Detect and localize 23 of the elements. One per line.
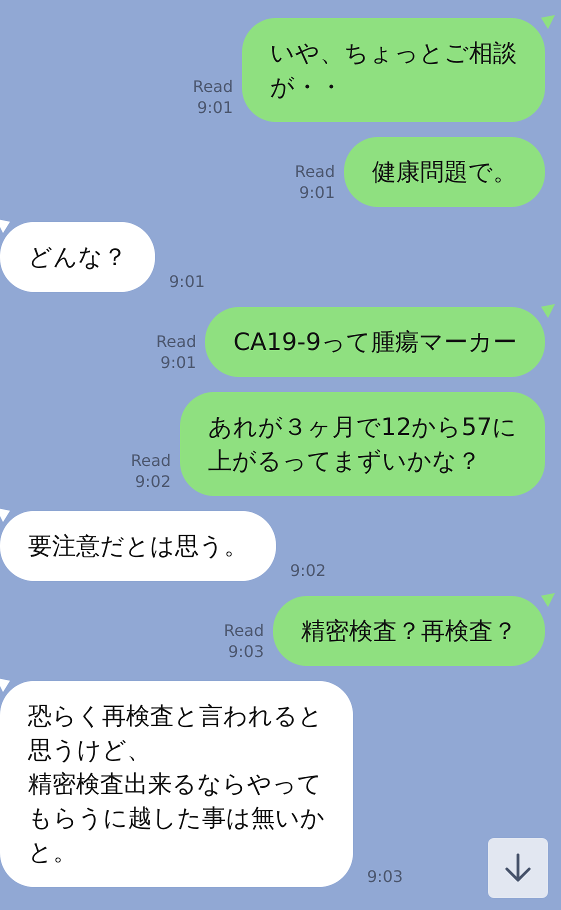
message-time: 9:01 [169,271,205,292]
received-message: どんな？ [0,222,155,292]
received-message: 恐らく再検査と言われると 思うけど、 精密検査出来るならやって もらうに越した事は無いか と。 [0,681,353,887]
sent-message: 健康問題で。 [344,137,545,207]
message-time: 9:03 [228,641,264,662]
message-time: 9:01 [197,97,233,118]
message-time: 9:03 [367,866,403,887]
read-receipt: Read [130,450,171,471]
sent-message: 精密検査？再検査？ [273,596,545,666]
read-receipt: Read [224,620,264,641]
received-message: 要注意だとは思う。 [0,511,276,581]
read-receipt: Read [192,76,233,97]
read-receipt: Read [294,161,335,182]
scroll-down-button[interactable] [488,838,548,898]
message-time: 9:01 [160,352,196,373]
sent-message: CA19-9って腫瘍マーカー [205,307,545,377]
message-time: 9:02 [134,471,171,492]
message-time: 9:02 [290,560,326,581]
read-receipt: Read [156,331,196,352]
message-time: 9:01 [299,182,335,203]
sent-message: いや、ちょっとご相談 が・・ [242,18,545,122]
sent-message: あれが３ヶ月で12から57に 上がるってまずいかな？ [180,392,545,496]
down-arrow-icon [504,853,532,883]
